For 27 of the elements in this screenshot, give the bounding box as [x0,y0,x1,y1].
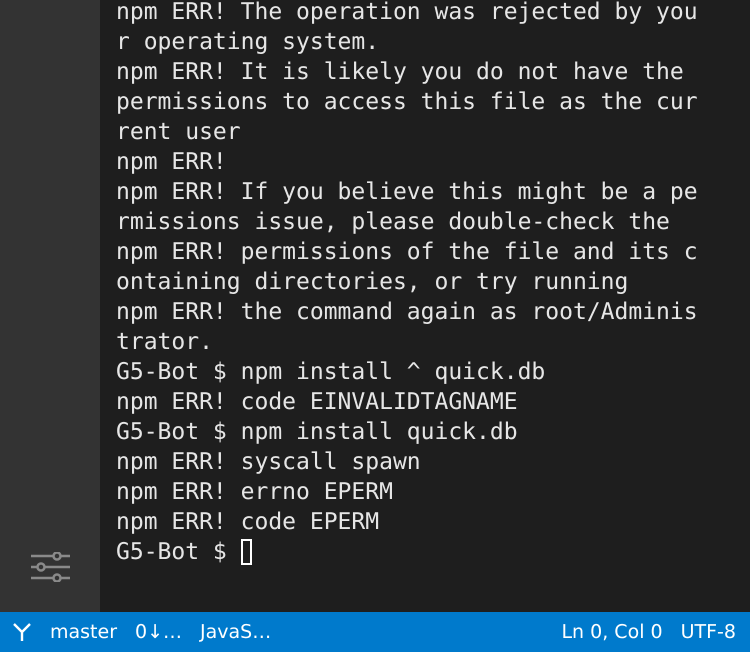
settings-icon[interactable] [30,552,70,582]
terminal-line: trator. [116,328,213,357]
terminal-line: rent user [116,118,241,147]
terminal-line: r operating system. [116,28,380,57]
text-cursor [240,539,252,565]
terminal-line: G5-Bot $ npm install ^ quick.db [116,358,546,387]
terminal-line: npm ERR! the command again as root/Adminis [116,298,698,327]
branch-name[interactable]: master [50,621,118,643]
terminal-line: npm ERR! It is likely you do not have the [116,58,684,87]
terminal-line: npm ERR! errno EPERM [116,478,393,507]
terminal-line: npm ERR! code EINVALIDTAGNAME [116,388,518,417]
terminal-line: npm ERR! The operation was rejected by you [116,0,698,27]
terminal-line: npm ERR! syscall spawn [116,448,421,477]
terminal-line: npm ERR! [116,148,227,177]
cursor-position[interactable]: Ln 0, Col 0 [561,621,663,643]
terminal-prompt: G5-Bot $ [116,538,227,567]
terminal-line: rmissions issue, please double-check the [116,208,670,237]
terminal-line: G5-Bot $ npm install quick.db [116,418,518,447]
terminal-line: npm ERR! permissions of the file and its c [116,238,698,267]
branch-icon[interactable] [12,623,32,641]
sync-status[interactable]: 0↓… [135,621,182,643]
language-mode[interactable]: JavaS… [200,621,272,643]
terminal-line: permissions to access this file as the cur [116,88,698,117]
file-encoding[interactable]: UTF-8 [680,621,736,643]
terminal-line: npm ERR! code EPERM [116,508,380,537]
terminal-line: ontaining directories, or try running [116,268,628,297]
terminal-line: npm ERR! If you believe this might be a pe [116,178,698,207]
